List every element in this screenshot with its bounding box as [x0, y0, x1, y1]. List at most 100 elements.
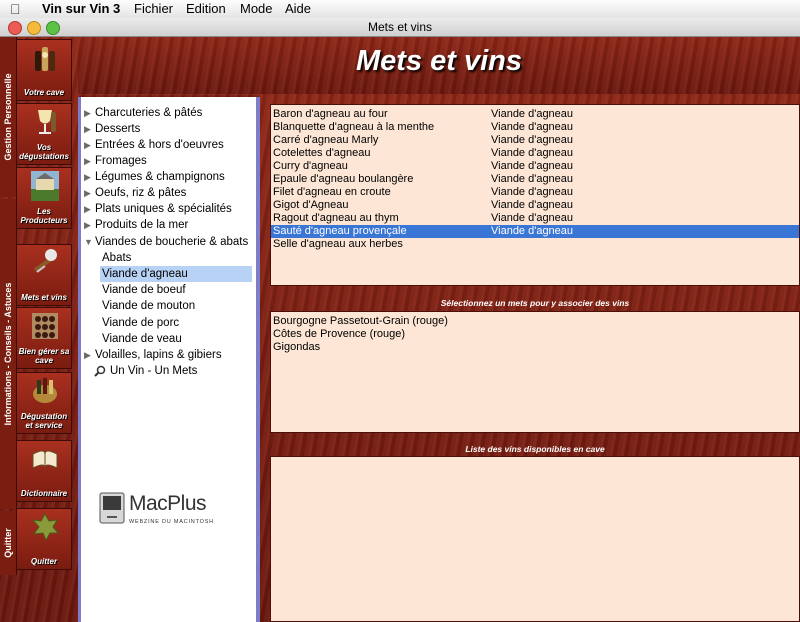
dishes-list[interactable]: Baron d'agneau au four Viande d'agneau Bl…	[270, 104, 800, 286]
table-row[interactable]: Gigot d'Agneau Viande d'agneau	[271, 199, 799, 212]
disclosure-triangle-icon[interactable]: ▶	[84, 153, 91, 169]
table-row[interactable]: Filet d'agneau en croute Viande d'agneau	[271, 186, 799, 199]
associated-wines-list[interactable]: Bourgogne Passetout-Grain (rouge) Côtes …	[270, 311, 800, 433]
tree-item-label: Viande de mouton	[102, 300, 196, 312]
dish-name: Selle d'agneau aux herbes	[273, 238, 403, 250]
tree-item[interactable]: ▶ Fromages	[81, 153, 252, 169]
tree-item[interactable]: ▶ Charcuteries & pâtés	[81, 105, 252, 121]
menu-edition[interactable]: Edition	[186, 1, 226, 16]
tree-item[interactable]: ▶ Légumes & champignons	[81, 169, 252, 185]
nav-votre-cave-label: Votre cave	[23, 88, 65, 97]
table-row[interactable]: Blanquette d'agneau à la menthe Viande d'…	[271, 121, 799, 134]
nav-votre-cave-button[interactable]: Votre cave	[16, 39, 72, 101]
tree-item[interactable]: ▶ Desserts	[81, 121, 252, 137]
disclosure-triangle-icon[interactable]: ▶	[84, 105, 91, 121]
tree-item[interactable]: ▶ Produits de la mer	[81, 217, 252, 233]
tree-child-item[interactable]: Viande de mouton	[81, 298, 252, 314]
tab-informations[interactable]: Informations - Conseils - Astuces	[0, 199, 17, 509]
tree-item-label: Entrées & hors d'oeuvres	[95, 139, 224, 151]
disclosure-triangle-icon[interactable]: ▶	[84, 185, 91, 201]
tree-child-item-selected[interactable]: Viande d'agneau	[100, 266, 252, 282]
dish-category: Viande d'agneau	[491, 199, 574, 211]
minimize-window-icon[interactable]	[27, 21, 41, 35]
menu-app-name[interactable]: Vin sur Vin 3	[42, 1, 120, 16]
list-item[interactable]: Bourgogne Passetout-Grain (rouge)	[273, 315, 448, 328]
table-row[interactable]: Cotelettes d'agneau Viande d'agneau	[271, 147, 799, 160]
nav-mets-et-vins-label: Mets et vins	[21, 293, 67, 302]
table-row[interactable]: Curry d'agneau Viande d'agneau	[271, 160, 799, 173]
tab-gestion-label: Gestion Personnelle	[3, 73, 13, 161]
list-item[interactable]: Côtes de Provence (rouge)	[273, 328, 405, 341]
tree-item-label: Abats	[102, 252, 132, 264]
dish-category: Viande d'agneau	[491, 121, 574, 133]
table-row[interactable]: Epaule d'agneau boulangère Viande d'agnea…	[271, 173, 799, 186]
table-row-selected[interactable]: Sauté d'agneau provençale Viande d'agneau	[271, 225, 799, 238]
wine-bottles-icon	[35, 47, 55, 71]
tree-item-label: Viande de veau	[102, 333, 182, 345]
disclosure-triangle-icon[interactable]: ▶	[84, 217, 91, 233]
nav-vos-degustations-label: Vos dégustations	[19, 143, 69, 161]
tree-item-label: Fromages	[95, 155, 147, 167]
close-window-icon[interactable]	[8, 21, 22, 35]
cellar-wines-list[interactable]	[270, 456, 800, 622]
apple-menu-icon[interactable]: 	[10, 1, 21, 17]
table-row[interactable]: Ragout d'agneau au thym Viande d'agneau	[271, 212, 799, 225]
tree-child-item[interactable]: Abats	[81, 250, 252, 266]
dish-category: Viande d'agneau	[491, 134, 574, 146]
disclosure-triangle-open-icon[interactable]: ▼	[84, 234, 93, 250]
nav-les-producteurs-button[interactable]: Les Producteurs	[16, 167, 72, 229]
menu-aide[interactable]: Aide	[285, 1, 311, 16]
tree-item-label: Viandes de boucherie & abats	[95, 236, 249, 248]
dish-name: Filet d'agneau en croute	[273, 186, 391, 198]
tree-item[interactable]: ▶ Entrées & hors d'oeuvres	[81, 137, 252, 153]
dish-name: Sauté d'agneau provençale	[273, 225, 407, 237]
table-row[interactable]: Baron d'agneau au four Viande d'agneau	[271, 108, 799, 121]
wine-rack-icon	[32, 313, 58, 339]
vine-leaf-icon	[31, 512, 59, 542]
sidebar: Gestion Personnelle Informations - Conse…	[0, 37, 78, 622]
nav-mets-et-vins-button[interactable]: Mets et vins	[16, 244, 72, 306]
tab-quitter[interactable]: Quitter	[0, 511, 17, 575]
menu-mode[interactable]: Mode	[240, 1, 273, 16]
tree-item-label: Oeufs, riz & pâtes	[95, 187, 187, 199]
table-row[interactable]: Carré d'agneau Marly Viande d'agneau	[271, 134, 799, 147]
disclosure-triangle-icon[interactable]: ▶	[84, 121, 91, 137]
tab-quitter-label: Quitter	[3, 528, 13, 558]
table-row[interactable]: Selle d'agneau aux herbes	[271, 238, 799, 251]
tree-item-label: Desserts	[95, 123, 141, 135]
tree-child-item[interactable]: Viande de porc	[81, 315, 252, 331]
nav-dictionnaire-button[interactable]: Dictionnaire	[16, 440, 72, 502]
tree-child-item[interactable]: Viande de veau	[81, 331, 252, 347]
nav-bien-gerer-button[interactable]: Bien gérer sa cave	[16, 307, 72, 369]
nav-degustation-service-label: Dégustation et service	[20, 412, 68, 430]
dish-category: Viande d'agneau	[491, 212, 574, 224]
book-icon	[32, 450, 58, 469]
tree-child-item[interactable]: Viande de boeuf	[81, 282, 252, 298]
tree-item-search[interactable]: Un Vin - Un Mets	[81, 363, 252, 379]
disclosure-triangle-icon[interactable]: ▶	[84, 137, 91, 153]
dish-category: Viande d'agneau	[491, 160, 574, 172]
disclosure-triangle-icon[interactable]: ▶	[84, 201, 91, 217]
zoom-window-icon[interactable]	[46, 21, 60, 35]
disclosure-triangle-icon[interactable]: ▶	[84, 347, 91, 363]
page-title: Mets et vins	[356, 45, 522, 77]
tree-item[interactable]: ▶ Oeufs, riz & pâtes	[81, 185, 252, 201]
tab-gestion-personnelle[interactable]: Gestion Personnelle	[0, 37, 17, 197]
nav-quitter-button[interactable]: Quitter	[16, 508, 72, 570]
disclosure-triangle-icon[interactable]: ▶	[84, 169, 91, 185]
tree-item-expanded[interactable]: ▼ Viandes de boucherie & abats	[81, 234, 252, 250]
list-item[interactable]: Gigondas	[273, 341, 320, 354]
menu-bar:  Vin sur Vin 3 Fichier Edition Mode Aid…	[0, 0, 800, 19]
nav-degustation-service-button[interactable]: Dégustation et service	[16, 372, 72, 434]
nav-bien-gerer-label: Bien gérer sa cave	[18, 347, 70, 365]
tree-item[interactable]: ▶ Plats uniques & spécialités	[81, 201, 252, 217]
menu-fichier[interactable]: Fichier	[134, 1, 173, 16]
tree-item-label: Produits de la mer	[95, 219, 189, 231]
dish-category: Viande d'agneau	[491, 173, 574, 185]
tree-item-label: Légumes & champignons	[95, 171, 225, 183]
nav-vos-degustations-button[interactable]: Vos dégustations	[16, 103, 72, 165]
dish-name: Cotelettes d'agneau	[273, 147, 371, 159]
tree-item[interactable]: ▶ Volailles, lapins & gibiers	[81, 347, 252, 363]
dish-name: Gigot d'Agneau	[273, 199, 349, 211]
category-tree[interactable]: ▶ Charcuteries & pâtés ▶ Desserts ▶ Entrées…	[78, 97, 260, 622]
